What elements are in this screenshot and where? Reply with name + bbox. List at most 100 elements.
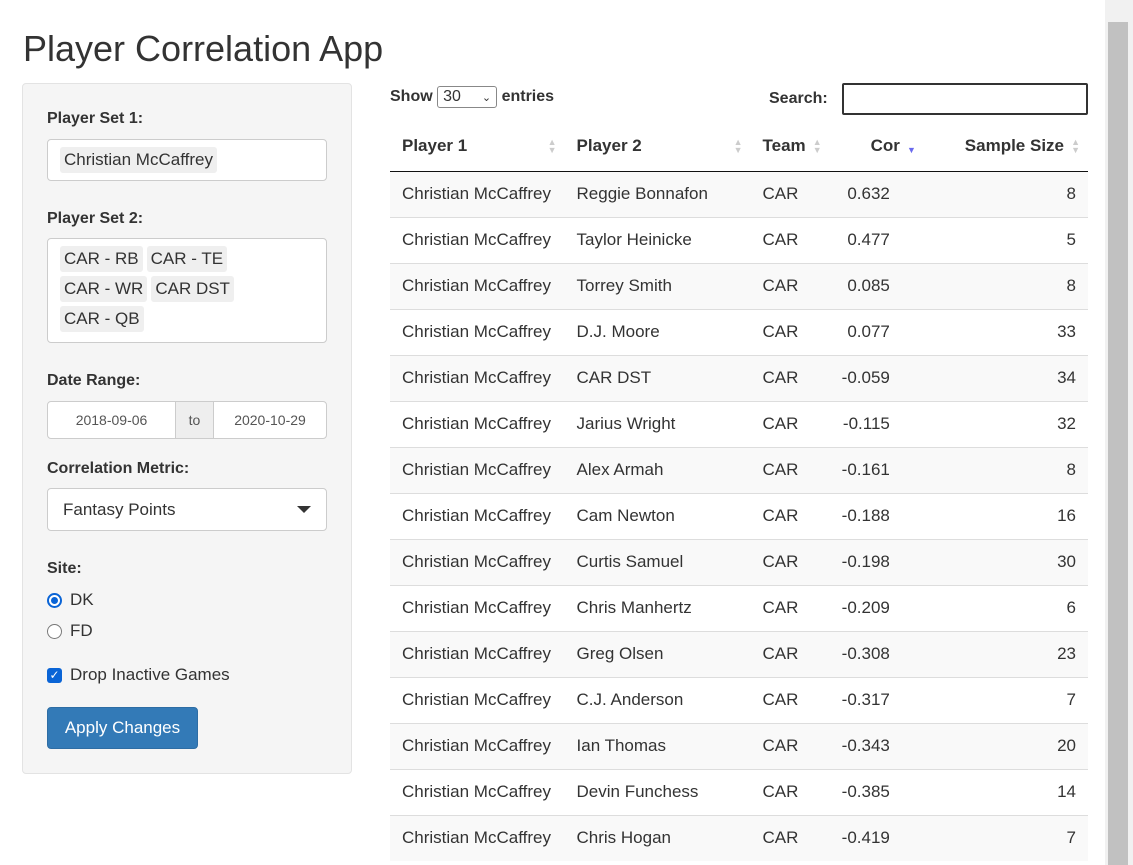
cell-team: CAR: [750, 400, 830, 447]
site-label: Site:: [47, 560, 82, 577]
cell-cor: -0.419: [829, 814, 924, 861]
site-radio-dk[interactable]: DK: [47, 590, 94, 610]
selected-tag[interactable]: CAR - WR: [60, 276, 148, 302]
table-row: Christian McCaffrey Taylor Heinicke CAR 0.4…: [390, 216, 1088, 263]
sort-icon[interactable]: ▲ ▼: [734, 138, 743, 155]
cell-sample-size: 6: [923, 584, 1088, 631]
cell-player-1: Christian McCaffrey: [390, 262, 565, 309]
cell-player-1: Christian McCaffrey: [390, 216, 565, 263]
cell-player-1: Christian McCaffrey: [390, 814, 565, 861]
selected-tag[interactable]: Christian McCaffrey: [60, 147, 217, 173]
caret-down-icon: [297, 506, 311, 513]
cell-cor: 0.632: [829, 170, 924, 217]
cell-player-2: Jarius Wright: [564, 400, 751, 447]
cell-sample-size: 30: [923, 538, 1088, 585]
sort-icon[interactable]: ▲ ▼: [813, 138, 822, 155]
cell-sample-size: 8: [923, 446, 1088, 493]
sort-icon[interactable]: ▲ ▼: [1071, 138, 1080, 155]
cell-team: CAR: [750, 584, 830, 631]
cell-player-2: Reggie Bonnafon: [564, 170, 751, 217]
cell-sample-size: 14: [923, 768, 1088, 815]
column-header-cor[interactable]: Cor ▼: [829, 121, 924, 172]
cell-team: CAR: [750, 170, 830, 217]
column-header-player-2[interactable]: Player 2 ▲ ▼: [564, 121, 751, 172]
selected-tag[interactable]: CAR - TE: [146, 246, 228, 272]
radio-checked-icon[interactable]: [47, 592, 62, 608]
cell-player-1: Christian McCaffrey: [390, 676, 565, 723]
column-header-sample-size[interactable]: Sample Size ▲ ▼: [923, 121, 1088, 172]
cell-cor: -0.317: [829, 676, 924, 723]
checkbox-checked-icon[interactable]: ✓: [47, 667, 62, 683]
date-range-label: Date Range:: [47, 372, 141, 389]
radio-label: DK: [70, 590, 94, 609]
cell-team: CAR: [750, 308, 830, 355]
table-row: Christian McCaffrey D.J. Moore CAR 0.077 33: [390, 308, 1088, 355]
cell-player-2: Curtis Samuel: [564, 538, 751, 585]
radio-unchecked-icon[interactable]: [47, 623, 62, 639]
metric-value: Fantasy Points: [63, 499, 176, 519]
cell-sample-size: 33: [923, 308, 1088, 355]
cell-player-1: Christian McCaffrey: [390, 584, 565, 631]
cell-team: CAR: [750, 630, 830, 677]
cell-cor: 0.477: [829, 216, 924, 263]
entries-select[interactable]: 30 ⌄: [437, 86, 498, 108]
cell-team: CAR: [750, 262, 830, 309]
metric-select[interactable]: Fantasy Points: [47, 488, 327, 531]
cell-team: CAR: [750, 492, 830, 539]
show-label: Show: [390, 88, 433, 106]
cell-cor: 0.077: [829, 308, 924, 355]
player-set-1-input[interactable]: Christian McCaffrey: [47, 139, 327, 181]
player-set-1-label: Player Set 1:: [47, 110, 144, 127]
site-radio-fd[interactable]: FD: [47, 621, 93, 641]
selected-tag[interactable]: CAR - QB: [60, 306, 144, 332]
cell-player-1: Christian McCaffrey: [390, 768, 565, 815]
sort-icon[interactable]: ▲ ▼: [548, 138, 557, 155]
cell-cor: -0.308: [829, 630, 924, 677]
cell-player-1: Christian McCaffrey: [390, 630, 565, 677]
table-row: Christian McCaffrey CAR DST CAR -0.059 34: [390, 354, 1088, 401]
player-set-2-label: Player Set 2:: [47, 210, 144, 227]
player-set-2-input[interactable]: CAR - RB CAR - TE CAR - WR CAR DST CAR - Q…: [47, 238, 327, 343]
search-input[interactable]: [842, 83, 1088, 115]
cell-player-1: Christian McCaffrey: [390, 446, 565, 493]
cell-player-2: Cam Newton: [564, 492, 751, 539]
cell-sample-size: 16: [923, 492, 1088, 539]
drop-inactive-checkbox[interactable]: ✓ Drop Inactive Games: [47, 665, 230, 685]
cell-sample-size: 8: [923, 262, 1088, 309]
cell-team: CAR: [750, 814, 830, 861]
cell-player-2: CAR DST: [564, 354, 751, 401]
cell-team: CAR: [750, 354, 830, 401]
column-header-team[interactable]: Team ▲ ▼: [750, 121, 830, 172]
sidebar-panel: Player Set 1: Christian McCaffrey Player…: [22, 83, 352, 774]
date-range-input: 2018-09-06 to 2020-10-29: [47, 401, 327, 439]
selected-tag[interactable]: CAR DST: [151, 276, 234, 302]
column-header-label: Team: [762, 135, 806, 155]
scrollbar-thumb[interactable]: [1108, 22, 1128, 865]
table-row: Christian McCaffrey Chris Manhertz CAR -0.2…: [390, 584, 1088, 631]
date-end-input[interactable]: 2020-10-29: [214, 402, 326, 438]
page-title: Player Correlation App: [23, 28, 384, 69]
cell-team: CAR: [750, 768, 830, 815]
cell-team: CAR: [750, 446, 830, 493]
table-row: Christian McCaffrey Jarius Wright CAR -0.11…: [390, 400, 1088, 447]
cell-team: CAR: [750, 676, 830, 723]
column-header-label: Sample Size: [964, 135, 1064, 155]
cell-player-2: Chris Hogan: [564, 814, 751, 861]
table-row: Christian McCaffrey C.J. Anderson CAR -0.31…: [390, 676, 1088, 723]
cell-player-2: Devin Funchess: [564, 768, 751, 815]
cell-team: CAR: [750, 722, 830, 769]
metric-label: Correlation Metric:: [47, 460, 190, 477]
cell-sample-size: 8: [923, 170, 1088, 217]
column-header-player-1[interactable]: Player 1 ▲ ▼: [390, 121, 565, 172]
cell-cor: -0.059: [829, 354, 924, 401]
cell-player-1: Christian McCaffrey: [390, 308, 565, 355]
entries-label: entries: [501, 88, 555, 106]
selected-tag[interactable]: CAR - RB: [60, 246, 143, 272]
cell-sample-size: 7: [923, 676, 1088, 723]
apply-changes-button[interactable]: Apply Changes: [47, 707, 198, 749]
cell-player-1: Christian McCaffrey: [390, 722, 565, 769]
sort-desc-icon[interactable]: ▼: [907, 138, 916, 155]
date-start-input[interactable]: 2018-09-06: [48, 402, 175, 438]
cell-sample-size: 34: [923, 354, 1088, 401]
table-row: Christian McCaffrey Reggie Bonnafon CAR 0.6…: [390, 170, 1088, 217]
